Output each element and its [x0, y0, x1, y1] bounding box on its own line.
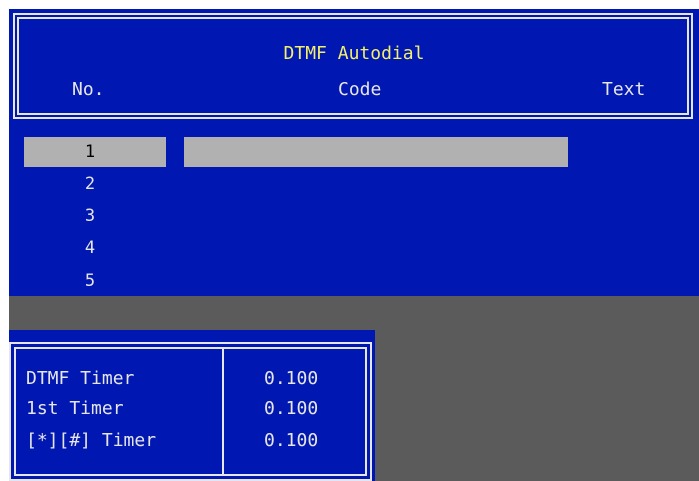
dtmf-timer-value[interactable]: 0.100 — [264, 368, 318, 390]
column-header-code: Code — [338, 79, 382, 100]
dtmf-autodial-screen: DTMF Autodial No. Code Text 1 2 3 4 5 DT… — [0, 0, 699, 481]
page-title: DTMF Autodial — [283, 43, 425, 64]
first-timer-label: 1st Timer — [26, 398, 124, 419]
dtmf-timer-label: DTMF Timer — [26, 368, 135, 389]
column-header-no: No. — [72, 79, 105, 100]
timer-divider — [222, 347, 224, 476]
entry-code-field-1[interactable] — [184, 137, 568, 167]
entry-number-5[interactable]: 5 — [24, 266, 166, 296]
column-header-text: Text — [602, 79, 646, 100]
entry-number-1[interactable]: 1 — [24, 137, 166, 167]
entry-number-4[interactable]: 4 — [24, 233, 166, 263]
first-timer-value[interactable]: 0.100 — [264, 398, 318, 420]
star-hash-timer-label: [*][#] Timer — [26, 430, 157, 451]
entry-number-3[interactable]: 3 — [24, 201, 166, 231]
star-hash-timer-value[interactable]: 0.100 — [264, 430, 318, 452]
entry-number-2[interactable]: 2 — [24, 169, 166, 199]
